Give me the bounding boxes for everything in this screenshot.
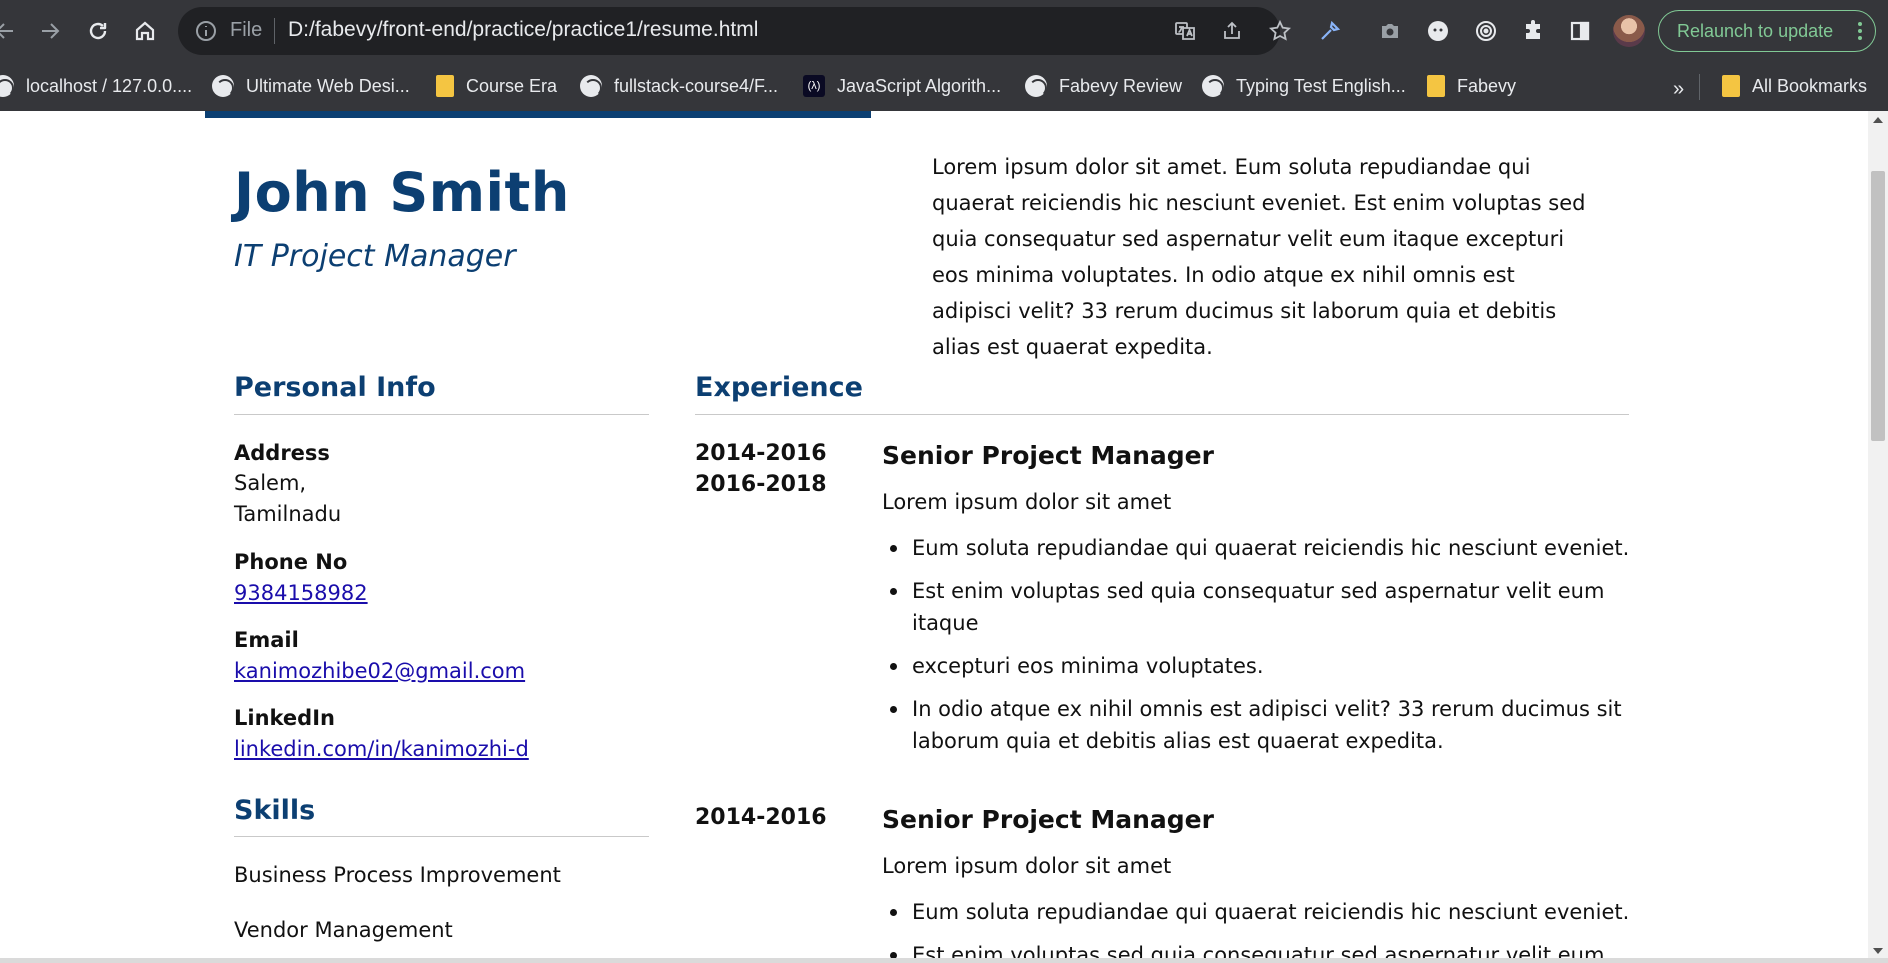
info-icon[interactable] bbox=[194, 19, 218, 43]
skills-heading: Skills bbox=[234, 795, 316, 826]
more-bookmarks-chevron[interactable]: » bbox=[1673, 78, 1684, 101]
resume-name: John Smith bbox=[234, 161, 570, 224]
address-line: Tamilnadu bbox=[234, 502, 342, 526]
share-icon[interactable] bbox=[1219, 18, 1245, 44]
back-arrow-icon[interactable] bbox=[0, 14, 22, 48]
bookmark-item[interactable]: localhost / 127.0.0.... bbox=[0, 71, 192, 101]
experience-heading: Experience bbox=[695, 372, 863, 403]
scroll-down-arrow-icon[interactable] bbox=[1873, 948, 1883, 954]
address-bar[interactable]: File D:/fabevy/front-end/practice/practi… bbox=[178, 7, 1292, 55]
email-label: Email bbox=[234, 628, 299, 652]
job-year: 2014-2016 bbox=[695, 805, 827, 830]
bookmark-item[interactable]: Course Era bbox=[436, 71, 557, 101]
job-subtitle: Lorem ipsum dolor sit amet bbox=[882, 490, 1172, 514]
resume-role: IT Project Manager bbox=[234, 239, 516, 274]
relaunch-button[interactable]: Relaunch to update bbox=[1658, 10, 1876, 52]
profile-avatar[interactable] bbox=[1613, 15, 1645, 47]
scroll-thumb[interactable] bbox=[1871, 171, 1885, 441]
globe-icon bbox=[580, 75, 602, 97]
bookmarks-divider bbox=[1699, 74, 1700, 100]
relaunch-label: Relaunch to update bbox=[1677, 20, 1834, 41]
globe-icon bbox=[0, 75, 14, 97]
bookmark-item[interactable]: Typing Test English... bbox=[1202, 71, 1406, 101]
personal-info-heading: Personal Info bbox=[234, 372, 436, 403]
home-icon[interactable] bbox=[128, 14, 162, 48]
job-subtitle: Lorem ipsum dolor sit amet bbox=[882, 854, 1172, 878]
job-bullet: In odio atque ex nihil omnis est adipisc… bbox=[890, 693, 1632, 757]
bookmark-item[interactable]: Fabevy bbox=[1427, 71, 1516, 101]
url-text[interactable]: D:/fabevy/front-end/practice/practice1/r… bbox=[288, 18, 758, 42]
personal-info-divider bbox=[234, 414, 649, 415]
job-year: 2014-2016 bbox=[695, 441, 827, 466]
globe-icon bbox=[1202, 75, 1224, 97]
job-bullet: Eum soluta repudiandae qui quaerat reici… bbox=[890, 896, 1632, 928]
forward-arrow-icon[interactable] bbox=[33, 14, 67, 48]
address-separator bbox=[274, 18, 275, 44]
folder-icon bbox=[436, 75, 454, 97]
translate-icon[interactable] bbox=[1172, 18, 1198, 44]
skill-item: Vendor Management bbox=[234, 918, 453, 942]
phone-link[interactable]: 9384158982 bbox=[234, 581, 368, 605]
window-bottom-edge bbox=[0, 958, 1888, 963]
bookmark-item[interactable]: Ultimate Web Desi... bbox=[212, 71, 410, 101]
url-scheme-label: File bbox=[230, 19, 263, 41]
vertical-scrollbar[interactable] bbox=[1868, 111, 1888, 958]
address-line: Salem, bbox=[234, 471, 307, 495]
linkedin-label: LinkedIn bbox=[234, 706, 335, 730]
side-panel-icon[interactable] bbox=[1563, 14, 1597, 48]
job-year: 2016-2018 bbox=[695, 472, 827, 497]
bookmark-star-icon[interactable] bbox=[1267, 18, 1293, 44]
skill-item: Business Process Improvement bbox=[234, 863, 561, 887]
job-title: Senior Project Manager bbox=[882, 441, 1214, 470]
resume-page: John Smith IT Project Manager Lorem ipsu… bbox=[0, 111, 1868, 958]
reload-icon[interactable] bbox=[81, 14, 115, 48]
eyedropper-icon[interactable] bbox=[1313, 14, 1347, 48]
scroll-up-arrow-icon[interactable] bbox=[1873, 117, 1883, 123]
job-bullet: Est enim voluptas sed quia consequatur s… bbox=[890, 575, 1632, 639]
job-title: Senior Project Manager bbox=[882, 805, 1214, 834]
globe-icon bbox=[1025, 75, 1047, 97]
globe-icon bbox=[212, 75, 234, 97]
extension-face-icon[interactable] bbox=[1421, 14, 1455, 48]
address-label: Address bbox=[234, 441, 330, 465]
experience-divider bbox=[695, 414, 1629, 415]
phone-label: Phone No bbox=[234, 550, 348, 574]
browser-toolbar: File D:/fabevy/front-end/practice/practi… bbox=[0, 0, 1888, 62]
header-accent-bar bbox=[205, 111, 871, 118]
extensions-puzzle-icon[interactable] bbox=[1516, 14, 1550, 48]
all-bookmarks-item[interactable]: All Bookmarks bbox=[1722, 71, 1867, 101]
skills-divider bbox=[234, 836, 649, 837]
folder-icon bbox=[1722, 75, 1740, 97]
folder-icon bbox=[1427, 75, 1445, 97]
target-icon[interactable] bbox=[1469, 14, 1503, 48]
email-link[interactable]: kanimozhibe02@gmail.com bbox=[234, 659, 525, 683]
freecodecamp-icon: (λ) bbox=[803, 75, 825, 97]
linkedin-link[interactable]: linkedin.com/in/kanimozhi-d bbox=[234, 737, 529, 761]
job-bullet: Est enim voluptas sed quia consequatur s… bbox=[890, 939, 1632, 958]
job-bullet: Eum soluta repudiandae qui quaerat reici… bbox=[890, 532, 1632, 564]
bookmarks-bar: localhost / 127.0.0.... Ultimate Web Des… bbox=[0, 62, 1888, 111]
more-menu-icon[interactable] bbox=[1857, 21, 1863, 41]
browser-chrome: File D:/fabevy/front-end/practice/practi… bbox=[0, 0, 1888, 111]
bookmark-item[interactable]: fullstack-course4/F... bbox=[580, 71, 778, 101]
camera-icon[interactable] bbox=[1373, 14, 1407, 48]
bookmark-item[interactable]: (λ) JavaScript Algorith... bbox=[803, 71, 1001, 101]
resume-summary: Lorem ipsum dolor sit amet. Eum soluta r… bbox=[932, 155, 1586, 359]
bookmark-item[interactable]: Fabevy Review bbox=[1025, 71, 1182, 101]
job-bullet: excepturi eos minima voluptates. bbox=[890, 650, 1632, 682]
